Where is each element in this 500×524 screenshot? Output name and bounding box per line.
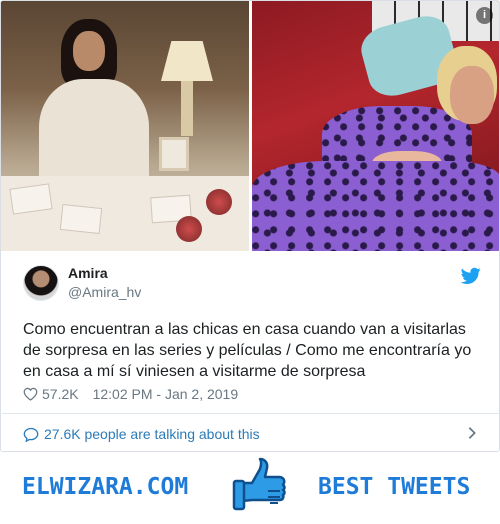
tweet-text: Como encuentran a las chicas en casa cua…: [23, 321, 472, 380]
thumbs-up-icon: [232, 457, 286, 511]
paper: [9, 183, 53, 215]
floral-decoration: [176, 216, 202, 242]
photo-left[interactable]: [1, 1, 249, 251]
avatar[interactable]: [23, 265, 59, 301]
author-handle[interactable]: @Amira_hv: [68, 284, 141, 300]
floral-decoration: [206, 189, 232, 215]
lamp-base: [181, 81, 193, 136]
like-count[interactable]: 57.2K: [42, 386, 79, 402]
info-icon[interactable]: i: [476, 7, 493, 24]
leopard-pants: [252, 161, 499, 251]
twitter-bird-icon[interactable]: [461, 267, 481, 285]
picture-frame: [159, 137, 189, 171]
lamp-shade: [161, 41, 213, 81]
heart-icon[interactable]: [23, 387, 38, 401]
woman-face: [450, 66, 494, 124]
tweet-embed: i Amira @Amira_hv Como encuentran a las …: [0, 0, 500, 452]
brand-right: BEST TWEETS: [318, 474, 471, 500]
talking-row[interactable]: 27.6K people are talking about this: [23, 424, 483, 444]
speech-bubble-icon: [23, 427, 39, 442]
timestamp[interactable]: 12:02 PM - Jan 2, 2019: [93, 386, 239, 402]
talking-text[interactable]: 27.6K people are talking about this: [44, 426, 260, 442]
tweet-header: Amira @Amira_hv: [23, 265, 483, 305]
photo-right[interactable]: i: [252, 1, 499, 251]
tweet-meta: 57.2K 12:02 PM - Jan 2, 2019: [23, 385, 238, 403]
author-name[interactable]: Amira: [68, 265, 108, 281]
chevron-right-icon[interactable]: [467, 426, 477, 440]
tweet-media[interactable]: i: [1, 1, 499, 251]
paper: [59, 203, 103, 235]
footer-banner: ELWIZARA.COM BEST TWEETS: [0, 452, 500, 524]
divider: [2, 413, 499, 414]
girl-face: [73, 31, 105, 71]
brand-left: ELWIZARA.COM: [22, 474, 189, 500]
